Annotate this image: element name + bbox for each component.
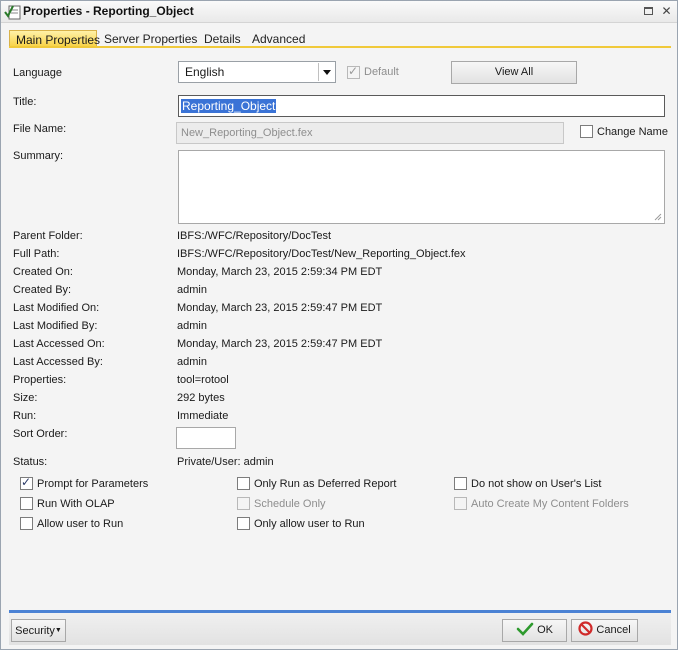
prompt-for-parameters-checkbox[interactable]: ✓	[20, 475, 33, 490]
status-label: Status:	[13, 456, 48, 468]
created-by-label: Created By:	[13, 284, 72, 296]
title-label: Title:	[13, 96, 37, 108]
title-input[interactable]: Reporting_Object	[178, 95, 665, 117]
allow-user-to-run-label: Allow user to Run	[37, 518, 124, 530]
chevron-down-icon[interactable]	[318, 63, 334, 81]
size-label: Size:	[13, 392, 38, 404]
last-accessed-by-label: Last Accessed By:	[13, 356, 103, 368]
last-accessed-on-value: Monday, March 23, 2015 2:59:47 PM EDT	[177, 338, 383, 350]
ok-button[interactable]: OK	[502, 619, 567, 642]
schedule-only-checkbox[interactable]	[237, 497, 250, 510]
only-run-deferred-label: Only Run as Deferred Report	[254, 478, 397, 490]
last-accessed-by-value: admin	[177, 356, 207, 368]
cancel-button[interactable]: Cancel	[571, 619, 638, 642]
checkmark-icon	[516, 622, 534, 636]
check-icon: ✓	[348, 64, 359, 78]
run-with-olap-checkbox[interactable]	[20, 497, 33, 510]
resize-grip-icon[interactable]	[654, 213, 662, 221]
do-not-show-label: Do not show on User's List	[471, 478, 602, 490]
summary-label: Summary:	[13, 150, 64, 162]
do-not-show-checkbox[interactable]	[454, 477, 467, 490]
properties-icon	[4, 5, 21, 20]
title-value: Reporting_Object	[181, 99, 277, 113]
sort-order-label: Sort Order:	[13, 428, 68, 440]
check-icon: ✓	[21, 475, 32, 489]
file-name-value: New_Reporting_Object.fex	[181, 127, 313, 139]
summary-textarea[interactable]	[178, 150, 665, 224]
last-modified-on-label: Last Modified On:	[13, 302, 100, 314]
close-icon[interactable]: ✕	[660, 5, 673, 18]
run-value: Immediate	[177, 410, 229, 422]
change-name-label: Change Name	[597, 126, 668, 138]
only-allow-user-to-run-label: Only allow user to Run	[254, 518, 365, 530]
full-path-label: Full Path:	[13, 248, 60, 260]
default-checkbox[interactable]: ✓	[347, 64, 360, 79]
ok-label: OK	[537, 624, 553, 636]
properties-dialog: Properties - Reporting_Object ✕ Main Pro…	[0, 0, 678, 650]
view-all-button[interactable]: View All	[451, 61, 577, 84]
size-value: 292 bytes	[177, 392, 225, 404]
run-with-olap-label: Run With OLAP	[37, 498, 115, 510]
window-title: Properties - Reporting_Object	[23, 4, 194, 18]
last-modified-by-value: admin	[177, 320, 207, 332]
change-name-checkbox[interactable]	[580, 125, 593, 138]
cancel-label: Cancel	[596, 624, 631, 636]
properties-value: tool=rotool	[177, 374, 229, 386]
run-label: Run:	[13, 410, 37, 422]
only-allow-user-to-run-checkbox[interactable]	[237, 517, 250, 530]
only-run-deferred-checkbox[interactable]	[237, 477, 250, 490]
allow-user-to-run-checkbox[interactable]	[20, 517, 33, 530]
cancel-icon	[578, 621, 593, 636]
last-accessed-on-label: Last Accessed On:	[13, 338, 105, 350]
maximize-icon[interactable]	[642, 5, 655, 18]
sort-order-input[interactable]	[176, 427, 236, 449]
file-name-label: File Name:	[13, 123, 67, 135]
default-label: Default	[364, 66, 399, 78]
parent-folder-value: IBFS:/WFC/Repository/DocTest	[177, 230, 332, 242]
language-label: Language	[13, 67, 62, 79]
security-label: Security	[15, 625, 55, 637]
properties-label: Properties:	[13, 374, 67, 386]
full-path-value: IBFS:/WFC/Repository/DocTest/New_Reporti…	[177, 248, 466, 260]
file-name-input[interactable]: New_Reporting_Object.fex	[176, 122, 564, 144]
prompt-for-parameters-label: Prompt for Parameters	[37, 478, 149, 490]
language-select[interactable]: English	[178, 61, 336, 83]
dropdown-arrow-icon: ▼	[54, 627, 62, 634]
language-value: English	[185, 65, 225, 79]
last-modified-on-value: Monday, March 23, 2015 2:59:47 PM EDT	[177, 302, 383, 314]
last-modified-by-label: Last Modified By:	[13, 320, 98, 332]
created-by-value: admin	[177, 284, 207, 296]
parent-folder-label: Parent Folder:	[13, 230, 83, 242]
auto-create-folders-label: Auto Create My Content Folders	[471, 498, 629, 510]
status-value: Private/User: admin	[177, 456, 274, 468]
created-on-label: Created On:	[13, 266, 73, 278]
created-on-value: Monday, March 23, 2015 2:59:34 PM EDT	[177, 266, 383, 278]
security-button[interactable]: Security▼	[11, 619, 66, 642]
auto-create-folders-checkbox[interactable]	[454, 497, 467, 510]
title-bar: Properties - Reporting_Object ✕	[1, 1, 677, 23]
tab-underline	[9, 46, 671, 48]
schedule-only-label: Schedule Only	[254, 498, 326, 510]
